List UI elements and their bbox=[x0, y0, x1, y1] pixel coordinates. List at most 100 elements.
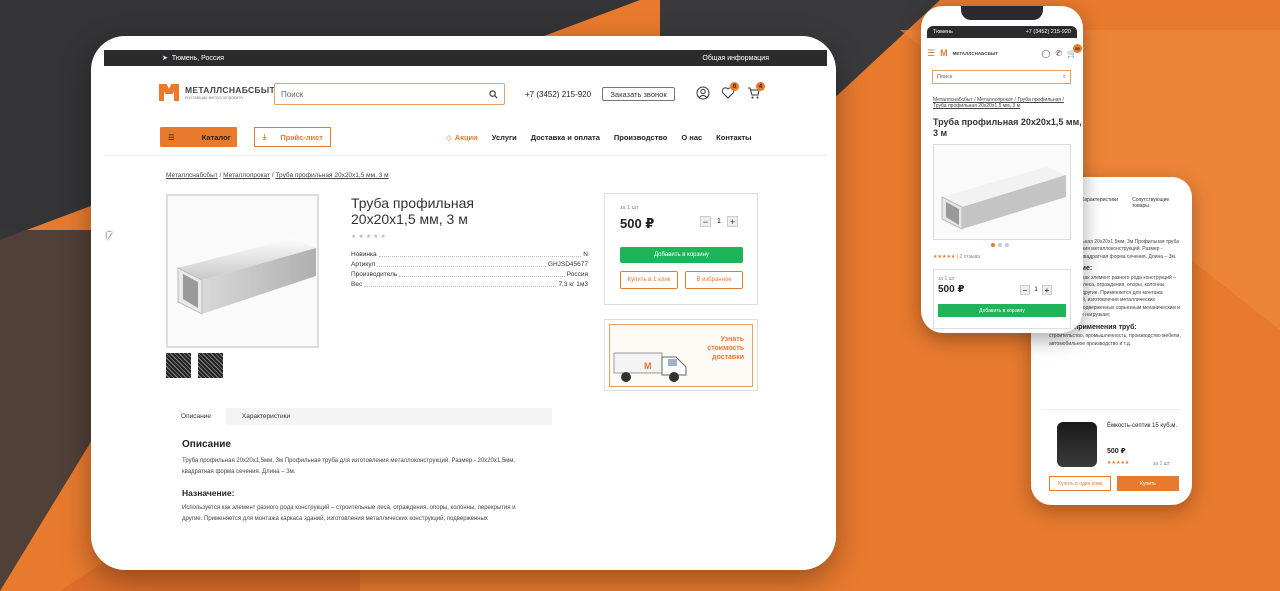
phone-icon[interactable]: ✆ bbox=[1055, 49, 1062, 58]
price-unit: за 1 шт bbox=[620, 205, 639, 211]
buy-one-click-button[interactable]: Купить в один клик bbox=[1049, 476, 1111, 491]
tag-icon: ◇ bbox=[446, 133, 452, 142]
svg-text:M: M bbox=[644, 361, 652, 371]
cart-badge: 50 bbox=[1073, 43, 1083, 53]
user-icon[interactable]: ◯ bbox=[1041, 49, 1050, 58]
catalog-button[interactable]: ☰ Каталог bbox=[160, 127, 237, 147]
spec-row: Вес 7,3 кг 1м3 bbox=[351, 280, 588, 288]
add-to-cart-button[interactable]: Добавить в корзину bbox=[620, 247, 743, 263]
product-photo[interactable] bbox=[166, 194, 319, 348]
purpose-heading: Назначение: bbox=[182, 488, 235, 498]
info-link[interactable]: Общая информация bbox=[702, 55, 769, 62]
location-label: Тюмень, Россия bbox=[171, 54, 225, 62]
mobile-rating[interactable]: ★★★★★ | 2 отзыва bbox=[933, 254, 980, 260]
logo-icon[interactable]: M bbox=[940, 48, 948, 58]
quantity-stepper: − 1 + bbox=[1020, 285, 1052, 295]
tab-related[interactable]: Сопутствующие товары bbox=[1132, 197, 1177, 209]
delivery-banner[interactable]: M Узнать стоимость доставки bbox=[604, 319, 758, 391]
thumbnails bbox=[166, 353, 223, 378]
buy-box: за 1 шт 500 ₽ − 1 + Добавить в корзину К… bbox=[604, 193, 758, 305]
tab-description[interactable]: Описание bbox=[166, 408, 226, 425]
card-price: 500 ₽ bbox=[1107, 448, 1126, 455]
increase-button[interactable]: + bbox=[1042, 285, 1052, 295]
phone-notch bbox=[961, 6, 1043, 20]
breadcrumb: Металлснабсбыт / Металлопрокат / Труба п… bbox=[166, 172, 389, 179]
mobile-header: ☰ M МЕТАЛЛСНАБСБЫТ ◯ ✆ 🛒 50 bbox=[927, 43, 1083, 60]
nav-link-promo[interactable]: ◇ Акции bbox=[446, 133, 478, 142]
phone-device: Тюмень +7 (3452) 215-920 ☰ M МЕТАЛЛСНАБС… bbox=[921, 6, 1083, 333]
mobile-buy-box: за 1 шт 500 ₽ − 1 + Добавить в корзину bbox=[933, 269, 1071, 329]
spec-row: Производитель Россия bbox=[351, 270, 588, 278]
card-stars: ★★★★★ bbox=[1107, 460, 1130, 466]
buy-button[interactable]: Купить bbox=[1117, 476, 1179, 491]
search-placeholder: Поиск bbox=[281, 89, 304, 99]
purpose-text: Используется как элемент разного рода ко… bbox=[182, 505, 516, 522]
breadcrumb-item[interactable]: Труба профильная 20х20х1,5 мм, 3 м bbox=[275, 172, 388, 179]
breadcrumb-item[interactable]: Металлопрокат bbox=[223, 172, 270, 179]
description-text: Труба профильная 20х20х1,5мм, 3м Профиль… bbox=[182, 458, 516, 475]
thumbnail[interactable] bbox=[166, 353, 191, 378]
tab-characteristics[interactable]: Характеристики bbox=[226, 408, 306, 425]
tank-image bbox=[1057, 422, 1097, 467]
tab-characteristics[interactable]: Характеристики bbox=[1081, 197, 1118, 209]
nav-link-about[interactable]: О нас bbox=[681, 133, 702, 142]
pipe-image bbox=[177, 238, 316, 315]
nav-link-production[interactable]: Производство bbox=[614, 133, 668, 142]
price-unit: за 1 шт bbox=[938, 276, 955, 282]
mobile-search-input[interactable]: Поиск ⌕ bbox=[932, 70, 1071, 84]
mobile-topbar: Тюмень +7 (3452) 215-920 bbox=[927, 26, 1077, 38]
search-icon[interactable]: ⌕ bbox=[1063, 74, 1066, 81]
header: МЕТАЛЛСНАБСБЫТ поставщик металлопроката … bbox=[104, 66, 827, 120]
callback-button[interactable]: Заказать звонок bbox=[602, 87, 675, 101]
user-icon[interactable] bbox=[696, 86, 710, 100]
product-title: Труба профильная 20х20х1,5 мм, 3 м bbox=[351, 195, 474, 227]
menu-icon: ☰ bbox=[168, 132, 175, 142]
description-panel: Описание Труба профильная 20х20х1,5мм, 3… bbox=[166, 425, 552, 556]
product-tabs: Описание Характеристики bbox=[166, 408, 552, 425]
add-to-favorites-button[interactable]: В избранное bbox=[685, 271, 743, 289]
search-input[interactable]: Поиск bbox=[274, 83, 505, 105]
price: 500 ₽ bbox=[620, 216, 655, 231]
topbar: ➤ Тюмень, Россия Общая информация bbox=[104, 50, 827, 66]
search-icon[interactable] bbox=[489, 89, 498, 99]
menu-icon[interactable]: ☰ bbox=[927, 48, 935, 59]
card-name[interactable]: Ёмкость-септик 15 куб.м. bbox=[1107, 422, 1177, 430]
header-phone[interactable]: +7 (3452) 215-920 bbox=[525, 90, 591, 99]
delivery-text: Узнать стоимость доставки bbox=[707, 336, 744, 361]
quantity-value[interactable]: 1 bbox=[1030, 287, 1042, 293]
nav-link-services[interactable]: Услуги bbox=[492, 133, 517, 142]
nav-link-delivery[interactable]: Доставка и оплата bbox=[531, 133, 600, 142]
specs-list: Новинка N Артикул GHJSD45677 Производитель… bbox=[351, 249, 588, 289]
nav-link-contacts[interactable]: Контакты bbox=[716, 133, 751, 142]
carousel-dots[interactable] bbox=[991, 243, 1009, 247]
location-arrow-icon: ➤ bbox=[162, 55, 168, 62]
quantity-value[interactable]: 1 bbox=[711, 218, 727, 225]
mobile-logo-name: МЕТАЛЛСНАБСБЫТ bbox=[952, 50, 998, 56]
catalog-label: Каталог bbox=[201, 132, 231, 142]
spec-row: Артикул GHJSD45677 bbox=[351, 260, 588, 268]
add-to-cart-button[interactable]: Добавить в корзину bbox=[938, 304, 1066, 317]
rating-stars[interactable]: ★★★★★ bbox=[351, 233, 388, 240]
pricelist-button[interactable]: ⤓ Прайс-лист bbox=[254, 127, 331, 147]
logo-tagline: поставщик металлопроката bbox=[185, 94, 243, 100]
decrease-button[interactable]: − bbox=[1020, 285, 1030, 295]
tablet-screen: ➤ Тюмень, Россия Общая информация МЕТАЛЛ… bbox=[104, 50, 827, 556]
location[interactable]: ➤ Тюмень, Россия bbox=[162, 54, 225, 63]
breadcrumb-item[interactable]: Металлснабсбыт bbox=[166, 172, 218, 179]
cart-badge: 4 bbox=[756, 82, 765, 91]
mobile-phone[interactable]: +7 (3452) 215-920 bbox=[1026, 29, 1071, 35]
truck-icon: M bbox=[613, 352, 687, 382]
cart-icon[interactable]: 🛒 50 bbox=[1067, 43, 1083, 58]
mobile-breadcrumb[interactable]: Металлснабсбыт / Металлопрокат / Труба п… bbox=[933, 97, 1073, 109]
decrease-button[interactable]: − bbox=[700, 216, 711, 227]
pipe-image bbox=[941, 167, 1066, 230]
logo[interactable]: МЕТАЛЛСНАБСБЫТ поставщик металлопроката bbox=[159, 82, 275, 102]
thumbnail[interactable] bbox=[198, 353, 223, 378]
favorites-badge: 0 bbox=[730, 82, 739, 91]
buy-one-click-button[interactable]: Купить в 1 клик bbox=[620, 271, 678, 289]
related-product-card[interactable]: Ёмкость-септик 15 куб.м. 500 ₽ ★★★★★ за … bbox=[1041, 409, 1182, 504]
search-placeholder: Поиск bbox=[937, 74, 953, 80]
increase-button[interactable]: + bbox=[727, 216, 738, 227]
mobile-city[interactable]: Тюмень bbox=[933, 29, 953, 35]
mobile-product-photo[interactable] bbox=[933, 144, 1071, 240]
